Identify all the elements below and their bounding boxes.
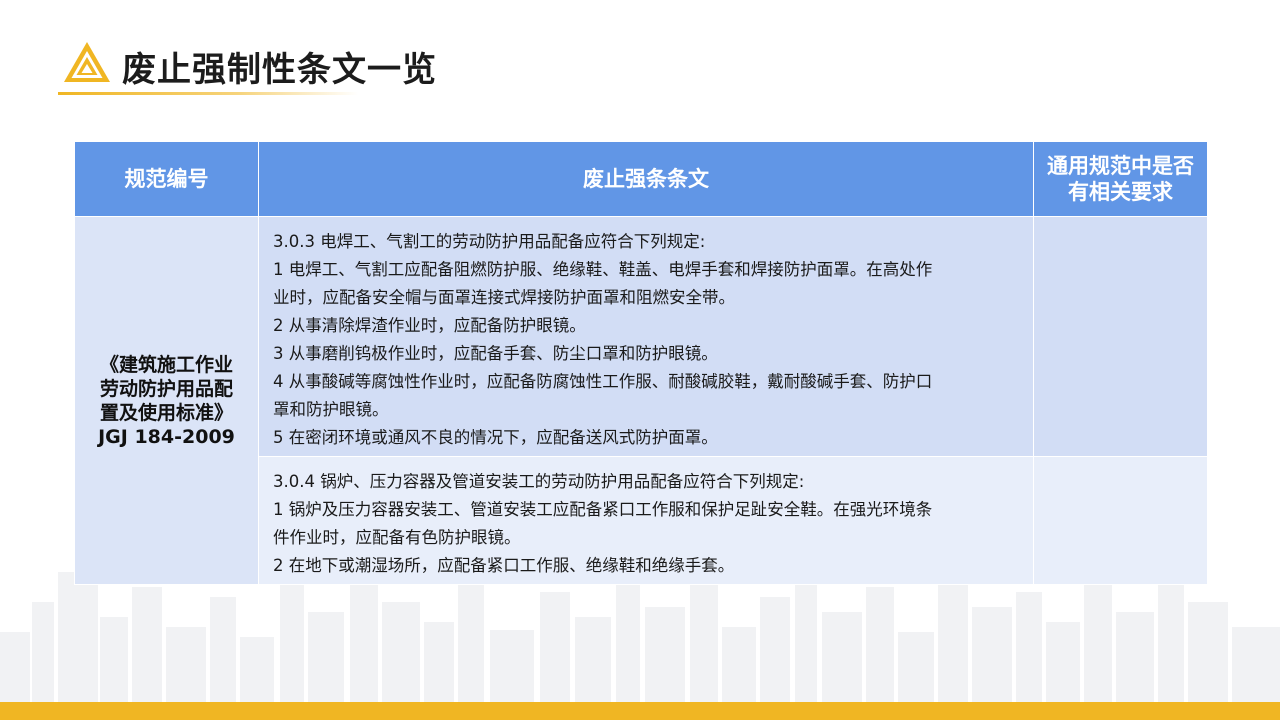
clause-cell: 3.0.4 锅炉、压力容器及管道安装工的劳动防护用品配备应符合下列规定: 1 锅… [258, 456, 1034, 585]
clause-line: 4 从事酸碱等腐蚀性作业时，应配备防腐蚀性工作服、耐酸碱胶鞋，戴耐酸碱手套、防护… [273, 372, 933, 391]
clause-line: 3.0.4 锅炉、压力容器及管道安装工的劳动防护用品配备应符合下列规定: [273, 472, 805, 491]
header-standard-code: 规范编号 [74, 141, 259, 217]
standard-name-line: 置及使用标准》 [99, 401, 233, 424]
page-title: 废止强制性条文一览 [122, 50, 437, 90]
standard-code-cell: 《建筑施工作业 劳动防护用品配 置及使用标准》 JGJ 184-2009 [74, 216, 259, 585]
clause-line: 件作业时，应配备有色防护眼镜。 [273, 528, 521, 547]
clause-line: 1 电焊工、气割工应配备阻燃防护服、绝缘鞋、鞋盖、电焊手套和焊接防护面罩。在高处… [273, 260, 933, 279]
standard-name-line: 《建筑施工作业 [99, 353, 233, 376]
clause-line: 业时，应配备安全帽与面罩连接式焊接防护面罩和阻燃安全带。 [273, 288, 735, 307]
bottom-accent-bar [0, 702, 1280, 720]
clause-line: 3 从事磨削钨极作业时，应配备手套、防尘口罩和防护眼镜。 [273, 344, 718, 363]
clause-line: 罩和防护眼镜。 [273, 400, 389, 419]
triangle-logo-icon [64, 42, 110, 82]
clause-line: 5 在密闭环境或通风不良的情况下，应配备送风式防护面罩。 [273, 428, 718, 447]
related-requirement-cell [1033, 216, 1208, 457]
clause-line: 2 在地下或潮湿场所，应配备紧口工作服、绝缘鞋和绝缘手套。 [273, 556, 735, 575]
header-related-requirement: 通用规范中是否有相关要求 [1033, 141, 1208, 217]
clause-line: 1 锅炉及压力容器安装工、管道安装工应配备紧口工作服和保护足趾安全鞋。在强光环境… [273, 500, 933, 519]
table-header-row: 规范编号 废止强条条文 通用规范中是否有相关要求 [74, 141, 1208, 217]
clause-line: 2 从事清除焊渣作业时，应配备防护眼镜。 [273, 316, 586, 335]
table-row: 《建筑施工作业 劳动防护用品配 置及使用标准》 JGJ 184-2009 3.0… [74, 216, 1208, 585]
header-abolished-clause: 废止强条条文 [258, 141, 1034, 217]
related-requirement-cell [1033, 456, 1208, 585]
clause-cell: 3.0.3 电焊工、气割工的劳动防护用品配备应符合下列规定: 1 电焊工、气割工… [258, 216, 1034, 457]
abolished-clauses-table: 规范编号 废止强条条文 通用规范中是否有相关要求 《建筑施工作业 劳动防护用品配… [74, 141, 1208, 585]
title-underline [58, 92, 358, 95]
standard-name-line: 劳动防护用品配 [99, 377, 233, 400]
standard-number: JGJ 184-2009 [98, 425, 235, 448]
clause-line: 3.0.3 电焊工、气割工的劳动防护用品配备应符合下列规定: [273, 232, 706, 251]
